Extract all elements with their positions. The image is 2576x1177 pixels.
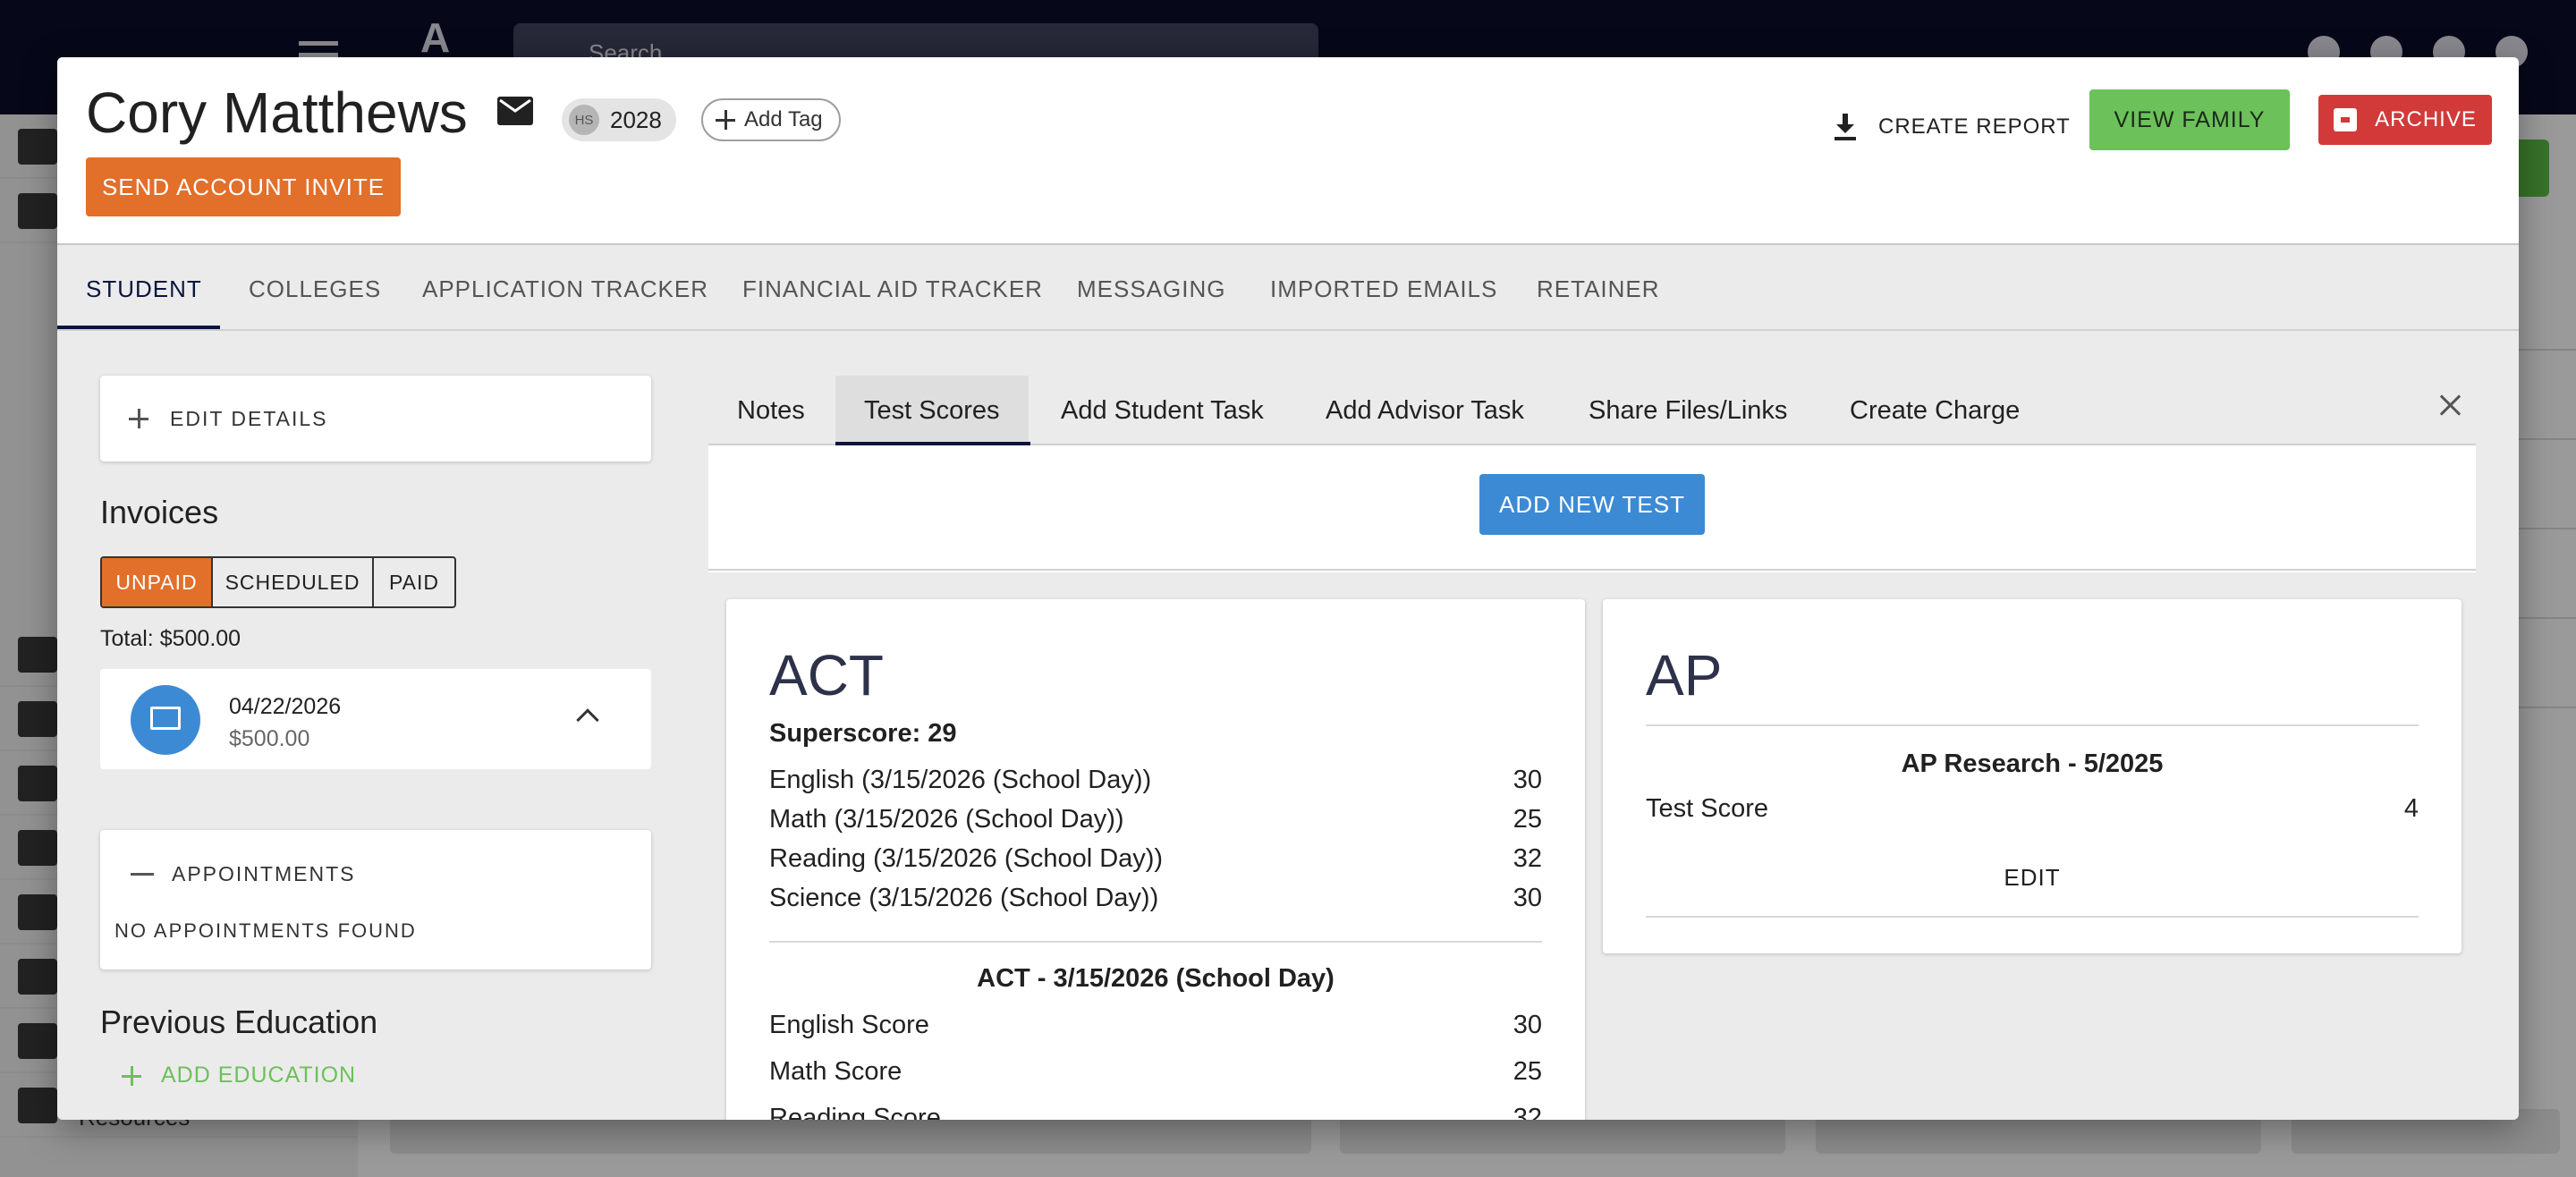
- filter-unpaid[interactable]: UNPAID: [102, 558, 213, 606]
- archive-icon: [2334, 108, 2358, 131]
- tab-add-student-task[interactable]: Add Student Task: [1061, 376, 1264, 445]
- student-name: Cory Matthews: [86, 80, 468, 145]
- act-score-row: Reading Score 32: [769, 1104, 1542, 1120]
- student-tabs: STUDENT COLLEGES APPLICATION TRACKER FIN…: [57, 247, 2519, 331]
- subscore-value: 30: [1513, 766, 1542, 794]
- ap-title: AP: [1646, 643, 1723, 707]
- view-family-button[interactable]: VIEW FAMILY: [2089, 89, 2290, 150]
- invoice-filter: UNPAID SCHEDULED PAID: [100, 556, 456, 608]
- chevron-up-icon[interactable]: [576, 708, 599, 732]
- plus-icon: [122, 1065, 141, 1086]
- act-subscore-row: Reading (3/15/2026 (School Day)) 32: [769, 844, 1542, 880]
- tab-imported-emails[interactable]: IMPORTED EMAILS: [1270, 247, 1497, 331]
- tab-share-files-links[interactable]: Share Files/Links: [1589, 376, 1787, 445]
- appointments-card: APPOINTMENTS NO APPOINTMENTS FOUND: [100, 830, 651, 970]
- mail-icon[interactable]: [497, 97, 533, 125]
- divider: [1646, 916, 2419, 918]
- invoice-mail-icon: [131, 685, 200, 755]
- invoice-amount: $500.00: [229, 726, 310, 751]
- active-tab-indicator: [835, 442, 1030, 445]
- score-value: 4: [2403, 794, 2419, 823]
- add-new-test-button[interactable]: ADD NEW TEST: [1479, 474, 1705, 535]
- subscore-label: Reading (3/15/2026 (School Day)): [769, 844, 1164, 873]
- close-icon[interactable]: [2438, 394, 2462, 417]
- tab-add-advisor-task[interactable]: Add Advisor Task: [1326, 376, 1524, 445]
- act-score-row: English Score 30: [769, 1011, 1542, 1046]
- tab-create-charge[interactable]: Create Charge: [1850, 376, 2020, 445]
- panel-tabs: Notes Test Scores Add Student Task Add A…: [708, 376, 2476, 445]
- plus-icon: [716, 110, 735, 130]
- hs-avatar: HS: [569, 105, 599, 135]
- divider: [769, 941, 1542, 943]
- edit-details-label: EDIT DETAILS: [170, 406, 328, 430]
- collapse-icon[interactable]: [131, 873, 154, 876]
- add-education-button[interactable]: ADD EDUCATION: [122, 1063, 356, 1088]
- tab-test-scores[interactable]: Test Scores: [835, 376, 1029, 445]
- invoices-title: Invoices: [100, 494, 219, 530]
- invoice-date: 04/22/2026: [229, 694, 342, 719]
- add-test-area: ADD NEW TEST: [708, 447, 2476, 571]
- previous-education-title: Previous Education: [100, 1003, 378, 1040]
- subscore-value: 32: [1513, 844, 1542, 873]
- subscore-label: Math (3/15/2026 (School Day)): [769, 805, 1124, 834]
- ap-edit-button[interactable]: EDIT: [1646, 864, 2419, 892]
- filter-paid[interactable]: PAID: [374, 558, 454, 606]
- act-superscore: Superscore: 29: [769, 719, 957, 748]
- add-tag-button[interactable]: Add Tag: [701, 98, 841, 141]
- subscore-label: Science (3/15/2026 (School Day)): [769, 884, 1159, 912]
- archive-label: ARCHIVE: [2375, 107, 2477, 131]
- score-label: English Score: [769, 1011, 929, 1039]
- subscore-value: 30: [1513, 884, 1542, 912]
- act-score-row: Math Score 25: [769, 1057, 1542, 1093]
- ap-session-title: AP Research - 5/2025: [1901, 749, 2164, 778]
- appointments-empty: NO APPOINTMENTS FOUND: [114, 919, 417, 942]
- appointments-title[interactable]: APPOINTMENTS: [172, 862, 355, 886]
- filter-scheduled[interactable]: SCHEDULED: [213, 558, 374, 606]
- score-value: 25: [1513, 1057, 1542, 1086]
- act-subscore-row: Science (3/15/2026 (School Day)) 30: [769, 884, 1542, 919]
- tab-notes[interactable]: Notes: [737, 376, 805, 445]
- grad-year: 2028: [610, 106, 662, 133]
- subscore-value: 25: [1513, 805, 1542, 834]
- score-label: Test Score: [1646, 794, 1768, 823]
- invoice-total: Total: $500.00: [100, 626, 242, 651]
- ap-score-row: Test Score 4: [1646, 794, 2419, 830]
- invoice-item[interactable]: 04/22/2026 $500.00: [100, 669, 651, 769]
- grad-year-chip[interactable]: HS 2028: [562, 98, 676, 141]
- student-header: Cory Matthews HS 2028 Add Tag SEND ACCOU…: [57, 57, 2519, 245]
- plus-icon: [129, 409, 148, 428]
- score-value: 32: [1513, 1104, 1542, 1120]
- tab-colleges[interactable]: COLLEGES: [249, 247, 381, 331]
- act-subscore-row: Math (3/15/2026 (School Day)) 25: [769, 805, 1542, 841]
- act-session-title: ACT - 3/15/2026 (School Day): [977, 964, 1335, 993]
- student-modal: Cory Matthews HS 2028 Add Tag SEND ACCOU…: [57, 57, 2519, 1120]
- tab-messaging[interactable]: MESSAGING: [1077, 247, 1225, 331]
- send-account-invite-button[interactable]: SEND ACCOUNT INVITE: [86, 157, 401, 216]
- active-tab-indicator: [57, 326, 220, 329]
- act-card: ACT Superscore: 29 English (3/15/2026 (S…: [726, 599, 1585, 1120]
- score-label: Math Score: [769, 1057, 902, 1086]
- tab-student[interactable]: STUDENT: [86, 247, 202, 331]
- add-education-label: ADD EDUCATION: [161, 1063, 357, 1088]
- subscore-label: English (3/15/2026 (School Day)): [769, 766, 1152, 794]
- score-label: Reading Score: [769, 1104, 941, 1120]
- tab-retainer[interactable]: RETAINER: [1537, 247, 1660, 331]
- download-icon: [1834, 114, 1857, 140]
- add-tag-label: Add Tag: [744, 107, 823, 131]
- act-title: ACT: [769, 643, 884, 707]
- divider: [1646, 724, 2419, 726]
- ap-card: AP AP Research - 5/2025 Test Score 4 EDI…: [1603, 599, 2462, 953]
- archive-button[interactable]: ARCHIVE: [2318, 95, 2492, 145]
- test-scores-panel: Notes Test Scores Add Student Task Add A…: [708, 376, 2476, 1120]
- edit-details-button[interactable]: EDIT DETAILS: [100, 376, 651, 461]
- create-report-label: CREATE REPORT: [1878, 114, 2071, 139]
- act-subscore-row: English (3/15/2026 (School Day)) 30: [769, 766, 1542, 801]
- tab-financial-aid-tracker[interactable]: FINANCIAL AID TRACKER: [742, 247, 1043, 331]
- tests-area: ACT Superscore: 29 English (3/15/2026 (S…: [708, 572, 2476, 1120]
- score-value: 30: [1513, 1011, 1542, 1039]
- create-report-button[interactable]: CREATE REPORT: [1834, 102, 2071, 152]
- tab-application-tracker[interactable]: APPLICATION TRACKER: [422, 247, 708, 331]
